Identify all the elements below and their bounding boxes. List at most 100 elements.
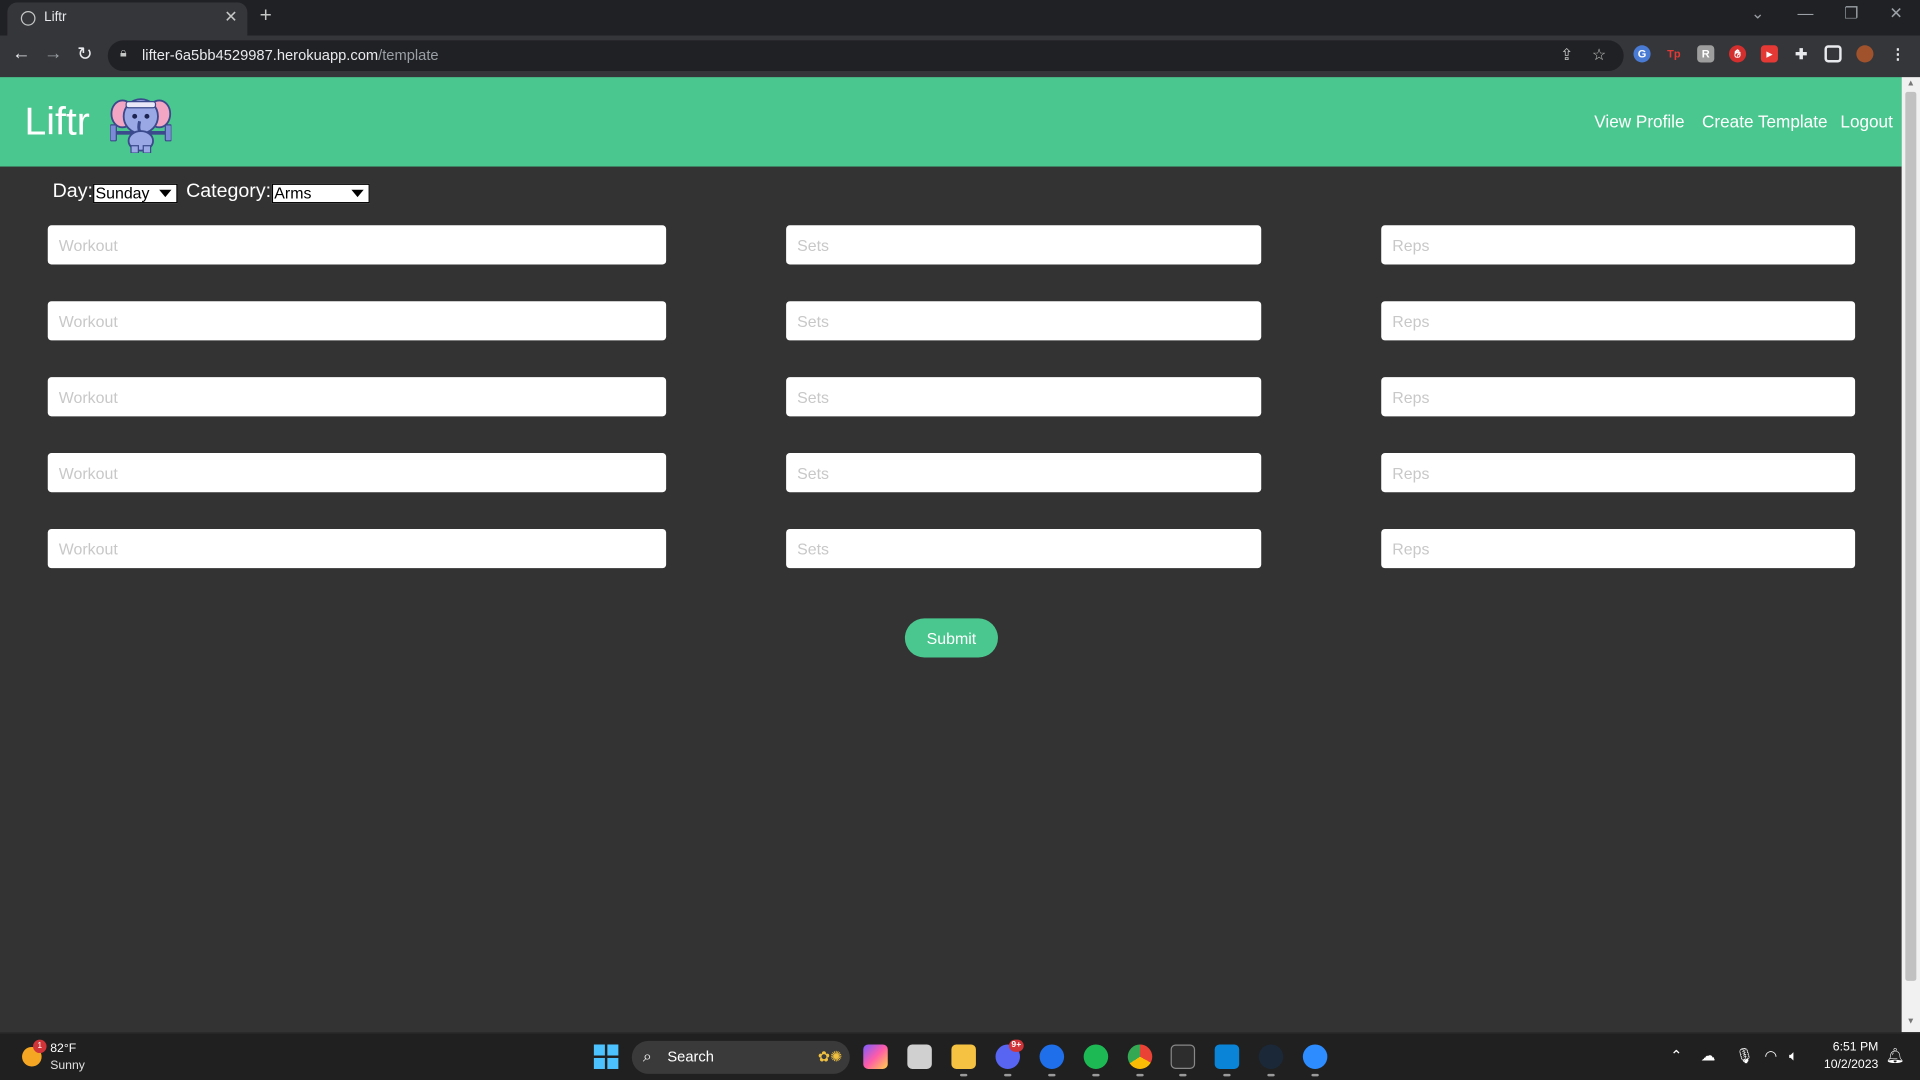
scroll-down-icon[interactable]: ▼ [1907, 1018, 1915, 1027]
terminal-icon[interactable] [1170, 1044, 1196, 1069]
close-window-icon[interactable]: ✕ [1889, 4, 1902, 24]
running-indicator [1136, 1073, 1144, 1077]
discord-badge: 9+ [1008, 1039, 1024, 1052]
extension-google-icon[interactable]: G [1633, 45, 1651, 63]
workout-input[interactable] [47, 301, 667, 341]
zoom-icon[interactable] [1302, 1044, 1328, 1069]
brand-title[interactable]: Liftr [24, 99, 89, 144]
browser-tabstrip: Liftr ✕ + ⌄ — ❐ ✕ [0, 0, 1920, 36]
extension-reader-icon[interactable]: R [1697, 45, 1715, 63]
submit-button[interactable]: Submit [904, 618, 998, 658]
chrome-icon[interactable] [1127, 1044, 1153, 1069]
windows-taskbar: 1 82°F Sunny ⌕ Search ✿✺ 9+ ⌃ ☁ 🎙︎ ◠ 🔈︎ … [0, 1032, 1920, 1080]
weather-temperature: 82°F [50, 1042, 77, 1056]
restore-icon[interactable]: ❐ [1844, 4, 1858, 24]
running-indicator [1311, 1073, 1319, 1077]
scrollbar-thumb[interactable] [1905, 91, 1917, 981]
running-indicator [1179, 1073, 1187, 1077]
running-indicator [1267, 1073, 1275, 1077]
category-label: Category: [186, 181, 272, 203]
tab-search-icon[interactable]: ⌄ [1751, 4, 1764, 24]
copilot-icon[interactable] [863, 1044, 888, 1069]
url-text[interactable]: lifter-6a5bb4529987.herokuapp.com/templa… [142, 47, 439, 64]
day-label: Day: [52, 181, 93, 203]
nav-create-template[interactable]: Create Template [1702, 111, 1827, 131]
reps-input[interactable] [1381, 301, 1856, 341]
microphone-icon[interactable]: 🎙︎ [1735, 1047, 1754, 1064]
chevron-down-icon [159, 189, 172, 198]
sets-input[interactable] [786, 453, 1262, 493]
search-label: Search [667, 1048, 714, 1066]
elephant-mascot-icon [110, 98, 172, 154]
sets-input[interactable] [786, 528, 1262, 569]
running-indicator [960, 1073, 968, 1077]
page-scrollbar[interactable]: ▲ ▼ [1901, 77, 1920, 1033]
steam-icon[interactable] [1258, 1044, 1284, 1069]
workout-input[interactable] [47, 377, 667, 417]
minimize-icon[interactable]: — [1798, 4, 1814, 22]
back-icon[interactable]: ← [12, 43, 30, 64]
page-viewport: Liftr View Profile Create Template Logou… [0, 77, 1902, 1033]
spotify-icon[interactable] [1083, 1044, 1109, 1069]
file-explorer-icon[interactable] [951, 1044, 976, 1069]
extension-record-icon[interactable]: ▸ [1760, 45, 1778, 63]
weather-badge: 1 [33, 1039, 47, 1054]
search-icon: ⌕ [642, 1046, 652, 1066]
scroll-up-icon[interactable]: ▲ [1907, 80, 1915, 89]
share-icon[interactable]: ⇪ [1560, 45, 1573, 65]
reps-input[interactable] [1381, 377, 1856, 417]
address-bar[interactable]: 🔒︎ lifter-6a5bb4529987.herokuapp.com/tem… [107, 40, 1624, 72]
extensions-puzzle-icon[interactable]: ✚ [1793, 45, 1810, 62]
sets-input[interactable] [786, 301, 1262, 341]
new-tab-icon[interactable]: + [260, 4, 272, 28]
reps-input[interactable] [1381, 225, 1856, 265]
day-select[interactable]: Sunday [93, 183, 178, 204]
tray-chevron-up-icon[interactable]: ⌃ [1670, 1047, 1682, 1064]
forward-icon[interactable]: → [44, 43, 62, 64]
app-navbar: Liftr View Profile Create Template Logou… [0, 77, 1902, 167]
globe-icon [20, 11, 36, 26]
day-select-value: Sunday [95, 183, 150, 203]
workout-input[interactable] [47, 225, 667, 265]
onedrive-cloud-icon[interactable]: ☁ [1701, 1047, 1716, 1064]
volume-icon[interactable]: 🔈︎ [1789, 1047, 1798, 1065]
workout-input[interactable] [47, 453, 667, 493]
url-host: lifter-6a5bb4529987.herokuapp.com [142, 46, 379, 64]
browser-tab[interactable]: Liftr ✕ [7, 2, 248, 36]
task-view-icon[interactable] [907, 1044, 932, 1069]
search-highlight-icon: ✿✺ [817, 1048, 843, 1066]
reload-icon[interactable]: ↻ [77, 43, 92, 65]
running-indicator [1223, 1073, 1231, 1077]
side-panel-icon[interactable] [1824, 45, 1842, 63]
app-icon[interactable] [1039, 1044, 1065, 1069]
url-path: /template [378, 46, 439, 64]
running-indicator [1004, 1073, 1012, 1077]
taskbar-search[interactable]: ⌕ Search ✿✺ [631, 1040, 850, 1074]
clock-date[interactable]: 10/2/2023 [1817, 1058, 1878, 1071]
chevron-down-icon [351, 189, 364, 198]
clock-time[interactable]: 6:51 PM [1829, 1041, 1879, 1054]
vscode-icon[interactable] [1214, 1044, 1240, 1069]
notifications-icon[interactable]: 🔔︎ [1886, 1047, 1905, 1064]
sets-input[interactable] [786, 225, 1262, 265]
weather-condition: Sunny [50, 1059, 85, 1073]
running-indicator [1048, 1073, 1056, 1077]
running-indicator [1092, 1073, 1100, 1077]
wifi-icon[interactable]: ◠ [1764, 1047, 1777, 1064]
reps-input[interactable] [1381, 528, 1856, 569]
lock-icon: 🔒︎ [120, 46, 127, 61]
browser-menu-icon[interactable]: ⋮ [1889, 45, 1906, 62]
extension-adblock-icon[interactable]: ✋︎ [1728, 45, 1747, 63]
category-select[interactable]: Arms [271, 183, 370, 204]
reps-input[interactable] [1381, 453, 1856, 493]
nav-logout[interactable]: Logout [1840, 111, 1892, 131]
profile-avatar-icon[interactable] [1856, 45, 1874, 63]
tab-close-icon[interactable]: ✕ [224, 7, 237, 27]
extension-tp-icon[interactable]: Tp [1665, 45, 1682, 62]
bookmark-star-icon[interactable]: ☆ [1592, 45, 1606, 65]
workout-input[interactable] [47, 528, 667, 569]
windows-start-icon[interactable] [593, 1044, 619, 1069]
browser-toolbar: ← → ↻ 🔒︎ lifter-6a5bb4529987.herokuapp.c… [0, 35, 1920, 78]
nav-view-profile[interactable]: View Profile [1594, 111, 1684, 131]
sets-input[interactable] [786, 377, 1262, 417]
